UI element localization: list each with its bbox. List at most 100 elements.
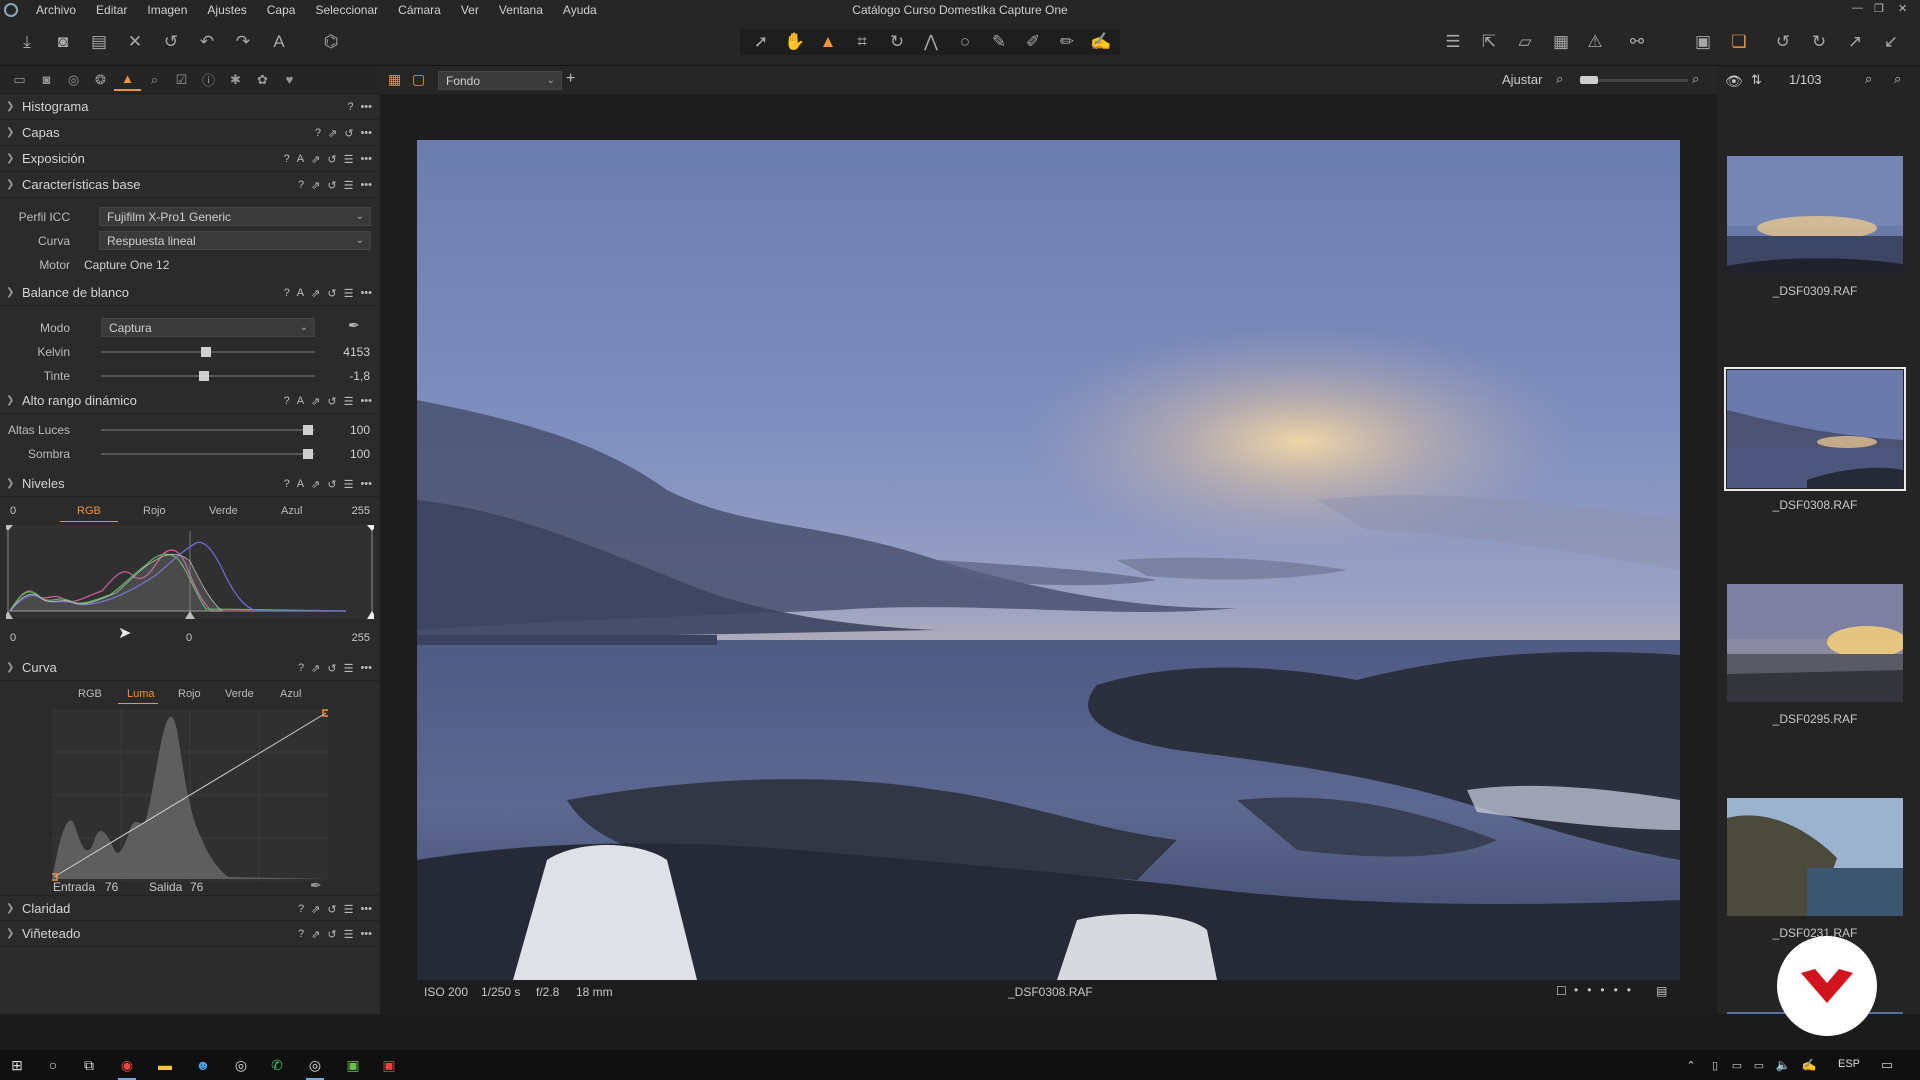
- display-icon[interactable]: ▭: [1750, 1056, 1768, 1074]
- language-indicator[interactable]: ESP: [1838, 1058, 1860, 1070]
- eraser-icon[interactable]: ✏: [1054, 30, 1080, 54]
- single-view-icon[interactable]: ▢: [412, 71, 425, 88]
- zoom-slider-thumb[interactable]: [1580, 76, 1598, 84]
- copy-icon[interactable]: ⇗: [311, 928, 320, 941]
- curve-tab-verde[interactable]: Verde: [225, 688, 254, 700]
- levels-tab-azul[interactable]: Azul: [281, 505, 302, 517]
- copy-icon[interactable]: ⇗: [311, 287, 320, 300]
- presets-icon[interactable]: ☰: [344, 395, 354, 408]
- eye-icon[interactable]: 👁: [1725, 73, 1743, 90]
- levels-histogram[interactable]: [6, 525, 374, 619]
- color-tab-icon[interactable]: ❂: [87, 69, 114, 91]
- copy-apply-icon[interactable]: ❏: [1726, 30, 1752, 54]
- network-icon[interactable]: ▭: [1728, 1056, 1746, 1074]
- levels-output-low[interactable]: 0: [10, 632, 16, 644]
- reset-icon[interactable]: ↺: [327, 153, 336, 166]
- undo-icon[interactable]: ↶: [194, 30, 220, 54]
- color-tag-icon[interactable]: ▤: [1656, 984, 1667, 998]
- usb-icon[interactable]: ▯: [1706, 1056, 1724, 1074]
- thumbnail-item[interactable]: _DSF0231.RAF: [1727, 798, 1903, 940]
- more-icon[interactable]: •••: [360, 478, 372, 490]
- section-claridad[interactable]: ❯ Claridad ? ⇗ ↺ ☰ •••: [0, 895, 380, 921]
- help-icon[interactable]: ?: [284, 153, 290, 165]
- section-balance-blanco[interactable]: ❯ Balance de blanco ? A ⇗ ↺ ☰ •••: [0, 280, 380, 306]
- adjust-tab-icon[interactable]: ☑: [168, 69, 195, 91]
- background-select[interactable]: Fondo ⌄: [438, 71, 562, 90]
- help-icon[interactable]: ?: [284, 478, 290, 490]
- glasses-icon[interactable]: ⚯: [1620, 30, 1654, 54]
- pan-hand-icon[interactable]: ✋: [782, 30, 808, 54]
- presets-icon[interactable]: ☰: [344, 287, 354, 300]
- close-icon[interactable]: ✕: [1898, 2, 1907, 15]
- capture-one-taskbar-icon[interactable]: ◎: [232, 1056, 250, 1074]
- copy-icon[interactable]: ⇗: [311, 478, 320, 491]
- section-exposicion[interactable]: ❯ Exposición ? A ⇗ ↺ ☰ •••: [0, 146, 380, 172]
- presets-icon[interactable]: ☰: [344, 179, 354, 192]
- output-tab-icon[interactable]: ✱: [222, 69, 249, 91]
- finder-icon[interactable]: ☻: [194, 1056, 212, 1074]
- presets-icon[interactable]: ☰: [344, 662, 354, 675]
- picker-icon[interactable]: ✎: [986, 30, 1012, 54]
- section-alto-rango-dinamico[interactable]: ❯ Alto rango dinámico ? A ⇗ ↺ ☰ •••: [0, 388, 380, 414]
- wb-mode-select[interactable]: Captura ⌄: [101, 318, 315, 337]
- rotate-left-icon[interactable]: ↺: [1770, 30, 1796, 54]
- camera-icon[interactable]: ◙: [50, 30, 76, 54]
- presets-icon[interactable]: ☰: [344, 153, 354, 166]
- reset-icon[interactable]: ↺: [327, 903, 336, 916]
- auto-icon[interactable]: A: [297, 153, 304, 165]
- tray-chevron-icon[interactable]: ⌃: [1682, 1056, 1700, 1074]
- curve-tab-azul[interactable]: Azul: [280, 688, 301, 700]
- copy-icon[interactable]: ⇗: [311, 662, 320, 675]
- rating-dots[interactable]: •••••: [1574, 983, 1640, 997]
- more-icon[interactable]: •••: [360, 127, 372, 139]
- copy-icon[interactable]: ⇗: [311, 179, 320, 192]
- checkbox-icon[interactable]: ☐: [1556, 984, 1567, 998]
- redo-icon[interactable]: ↷: [230, 30, 256, 54]
- edit-icon[interactable]: ⌬: [318, 30, 344, 54]
- proof-icon[interactable]: ▱: [1512, 30, 1538, 54]
- favorites-tab-icon[interactable]: ♥: [276, 69, 303, 91]
- copy-icon[interactable]: ⇗: [311, 153, 320, 166]
- rotate-right-icon[interactable]: ↻: [1806, 30, 1832, 54]
- minimize-icon[interactable]: —: [1852, 2, 1863, 14]
- grid-view-icon[interactable]: ▦: [388, 71, 401, 88]
- file-explorer-icon[interactable]: ▬: [156, 1056, 174, 1074]
- tint-value[interactable]: -1,8: [326, 369, 370, 383]
- brush-icon[interactable]: ✐: [1020, 30, 1046, 54]
- shadow-slider-thumb[interactable]: [303, 449, 313, 459]
- menu-archivo[interactable]: Archivo: [26, 3, 86, 17]
- thumbnail-item-selected[interactable]: _DSF0308.RAF: [1724, 367, 1906, 512]
- highlights-slider-thumb[interactable]: [303, 425, 313, 435]
- task-view-icon[interactable]: ⧉: [80, 1056, 98, 1074]
- rotate-icon[interactable]: ↻: [884, 30, 910, 54]
- presets-icon[interactable]: ☰: [344, 903, 354, 916]
- seascape-photo[interactable]: [417, 140, 1680, 980]
- menu-capa[interactable]: Capa: [257, 3, 306, 17]
- exposure-tab-icon[interactable]: ▲: [114, 69, 141, 91]
- menu-ajustes[interactable]: Ajustes: [197, 3, 256, 17]
- curve-select[interactable]: Respuesta lineal ⌄: [99, 231, 371, 250]
- export-folder-icon[interactable]: ▤: [86, 30, 112, 54]
- spot-removal-icon[interactable]: ○: [952, 30, 978, 54]
- curve-tab-rojo[interactable]: Rojo: [178, 688, 201, 700]
- more-icon[interactable]: •••: [360, 287, 372, 299]
- help-icon[interactable]: ?: [298, 928, 304, 940]
- library-tab-icon[interactable]: ▭: [6, 69, 33, 91]
- auto-icon[interactable]: A: [297, 478, 304, 490]
- auto-icon[interactable]: A: [297, 395, 304, 407]
- menu-ver[interactable]: Ver: [451, 3, 489, 17]
- fit-label[interactable]: Ajustar: [1502, 72, 1542, 87]
- collapse-icon[interactable]: ↙: [1878, 30, 1904, 54]
- copy-icon[interactable]: ⇗: [328, 127, 337, 140]
- levels-input-low[interactable]: 0: [10, 505, 16, 517]
- thumbnail-image[interactable]: [1727, 584, 1903, 702]
- import-icon[interactable]: ⤓: [14, 30, 40, 54]
- curve-tab-rgb[interactable]: RGB: [78, 688, 102, 700]
- capture-one-active-icon[interactable]: ◎: [306, 1056, 324, 1080]
- curve-tab-luma[interactable]: Luma: [127, 688, 155, 700]
- thumbnail-image[interactable]: [1727, 156, 1903, 274]
- text-icon[interactable]: A: [266, 30, 292, 54]
- green-app-icon[interactable]: ▣: [344, 1056, 362, 1074]
- grid-icon[interactable]: ▦: [1548, 30, 1574, 54]
- thumbnail-item[interactable]: _DSF0309.RAF: [1727, 156, 1903, 298]
